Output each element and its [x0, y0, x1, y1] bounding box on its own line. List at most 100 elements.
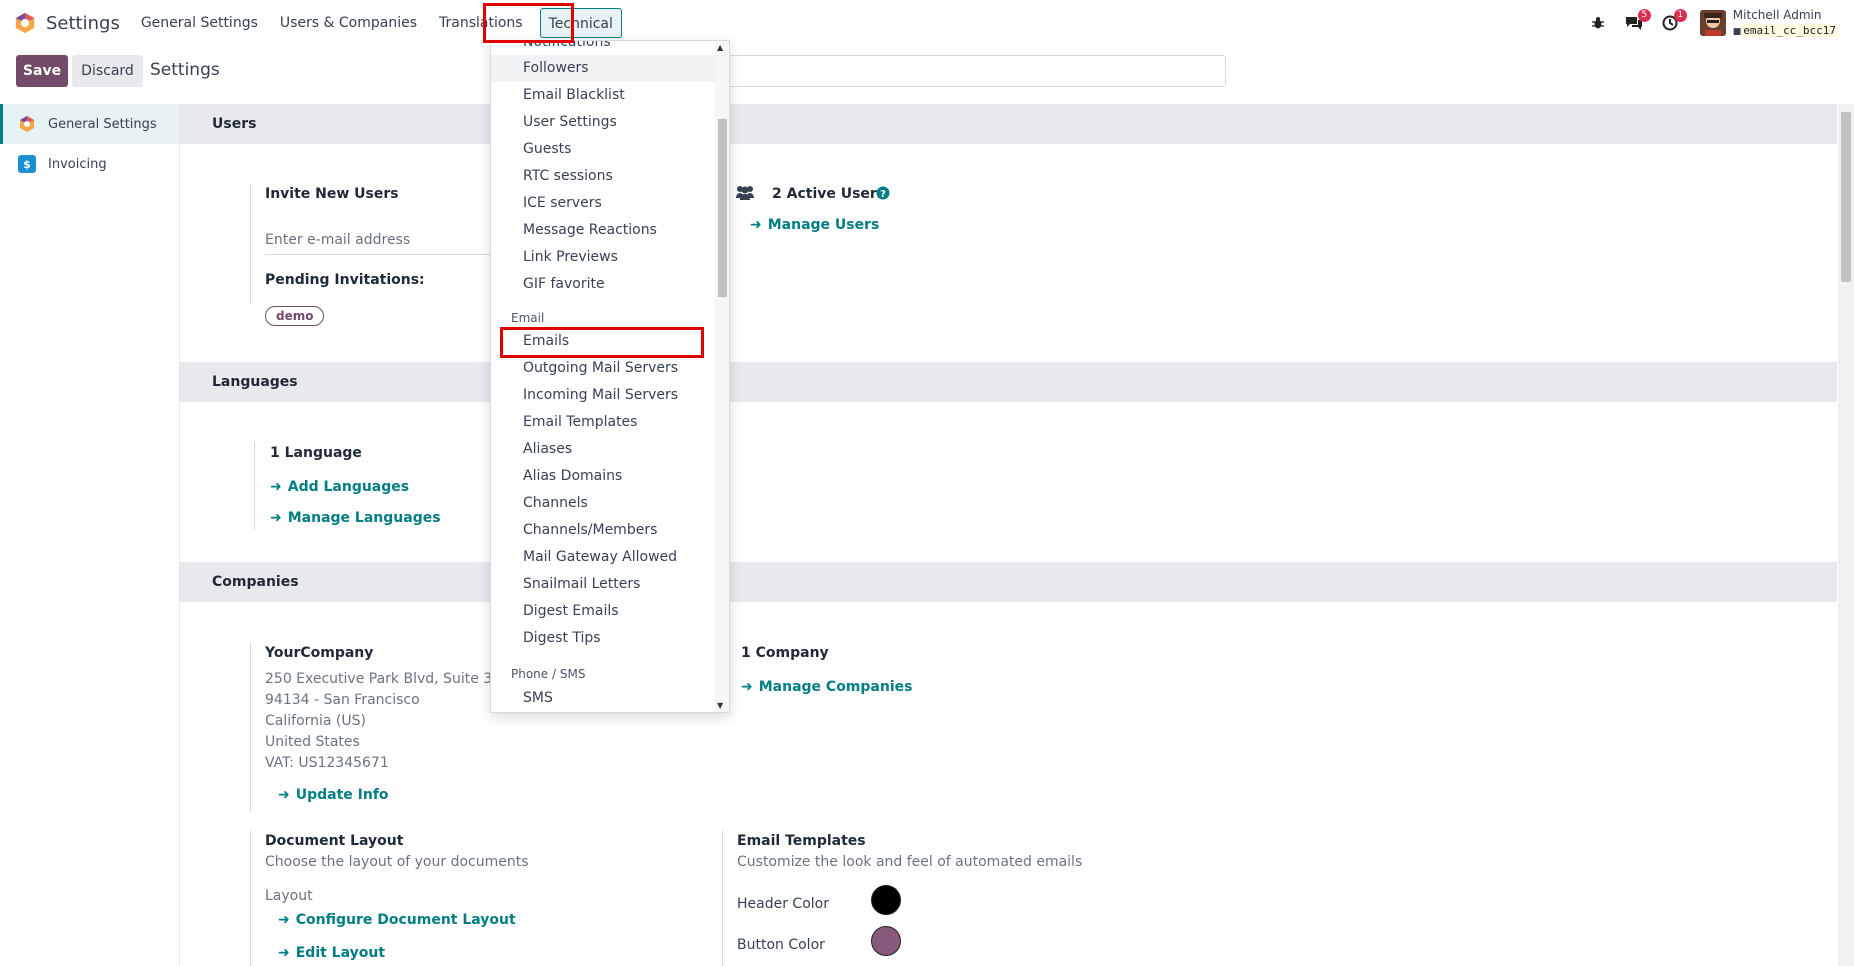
dropdown-item-sms[interactable]: SMS [491, 685, 715, 712]
arrow-right-icon: ➜ [750, 217, 762, 233]
dropdown-item-ice-servers[interactable]: ICE servers [491, 190, 715, 217]
technical-dropdown-menu: Notifications Followers Email Blacklist … [490, 40, 730, 713]
scroll-down-arrow-icon[interactable]: ▼ [717, 701, 723, 710]
dropdown-item-channels-members[interactable]: Channels/Members [491, 517, 715, 544]
active-users-count: 2 Active Users [772, 186, 886, 202]
update-info-link[interactable]: ➜ Update Info [278, 787, 389, 803]
general-settings-icon [20, 116, 34, 132]
language-count: 1 Language [270, 445, 362, 461]
dropdown-item-digest-emails[interactable]: Digest Emails [491, 598, 715, 625]
dropdown-item-alias-domains[interactable]: Alias Domains [491, 463, 715, 490]
user-avatar[interactable] [1699, 10, 1726, 36]
page-title: Settings [150, 60, 220, 80]
menu-translations[interactable]: Translations [428, 8, 534, 38]
odoo-logo-icon [15, 12, 35, 34]
dropdown-item-aliases[interactable]: Aliases [491, 436, 715, 463]
header-color-label: Header Color [737, 896, 829, 912]
setting-divider [722, 830, 723, 966]
company-address-line: 250 Executive Park Blvd, Suite 3400 [265, 671, 519, 687]
menu-general-settings[interactable]: General Settings [130, 8, 269, 38]
dropdown-item-mail-gateway-allowed[interactable]: Mail Gateway Allowed [491, 544, 715, 571]
manage-users-link[interactable]: ➜ Manage Users [750, 217, 879, 233]
edit-layout-label: Edit Layout [295, 945, 386, 961]
manage-users-label: Manage Users [767, 217, 880, 233]
companies-section-heading: Companies [180, 562, 1837, 602]
chat-icon[interactable]: 5 [1616, 8, 1652, 38]
dropdown-item-incoming-mail-servers[interactable]: Incoming Mail Servers [491, 382, 715, 409]
app-name: Settings [46, 12, 120, 34]
chat-badge: 5 [1637, 9, 1651, 22]
sidebar-item-general-settings[interactable]: General Settings [0, 104, 179, 144]
dropdown-item-snailmail-letters[interactable]: Snailmail Letters [491, 571, 715, 598]
dropdown-item-message-reactions[interactable]: Message Reactions [491, 217, 715, 244]
configure-document-layout-link[interactable]: ➜ Configure Document Layout [278, 912, 516, 928]
manage-companies-link[interactable]: ➜ Manage Companies [741, 679, 912, 695]
user-menu[interactable]: Mitchell Admin ■ email_cc_bcc17 [1733, 8, 1838, 39]
app-brand[interactable]: Settings [14, 12, 130, 34]
menu-technical[interactable]: Technical [539, 8, 622, 38]
company-count: 1 Company [741, 645, 829, 661]
search-input[interactable] [726, 55, 1226, 87]
settings-main: Users Invite New Users Enter e-mail addr… [180, 104, 1837, 966]
main-scrollbar-thumb[interactable] [1841, 112, 1851, 282]
arrow-right-icon: ➜ [741, 679, 753, 695]
company-vat: VAT: US12345671 [265, 755, 389, 771]
dropdown-scrollbar-thumb[interactable] [718, 119, 727, 297]
layout-label: Layout [265, 888, 313, 904]
control-panel: Save Discard Settings [0, 46, 1854, 104]
dropdown-item-email-blacklist[interactable]: Email Blacklist [491, 82, 715, 109]
dropdown-item-digest-tips[interactable]: Digest Tips [491, 625, 715, 652]
manage-companies-label: Manage Companies [758, 679, 913, 695]
add-languages-link[interactable]: ➜ Add Languages [270, 479, 409, 495]
dropdown-item-channels[interactable]: Channels [491, 490, 715, 517]
company-address-line: California (US) [265, 713, 366, 729]
dropdown-item-followers[interactable]: Followers [491, 55, 715, 82]
dropdown-item-link-previews[interactable]: Link Previews [491, 244, 715, 271]
dropdown-item-gif-favorite[interactable]: GIF favorite [491, 271, 715, 298]
main-scrollbar[interactable] [1838, 104, 1854, 966]
setting-divider [250, 642, 251, 812]
users-group-icon [735, 184, 755, 206]
dropdown-item-guests[interactable]: Guests [491, 136, 715, 163]
db-label: ■ email_cc_bcc17 [1732, 23, 1838, 37]
setting-divider [254, 442, 255, 530]
dropdown-item-emails[interactable]: Emails [491, 328, 715, 355]
discard-button[interactable]: Discard [72, 55, 143, 87]
edit-layout-link[interactable]: ➜ Edit Layout [278, 945, 385, 961]
languages-section-heading: Languages [180, 362, 1837, 402]
activity-clock-icon[interactable]: 1 [1652, 8, 1688, 38]
email-templates-title: Email Templates [737, 833, 866, 849]
debug-bug-icon[interactable] [1580, 8, 1616, 38]
configure-layout-label: Configure Document Layout [295, 912, 516, 928]
dropdown-section-phone-sms: Phone / SMS [511, 667, 586, 681]
systray: 5 1 Mitchell Admin ■ email_cc_bcc17 [1580, 0, 1854, 46]
dropdown-section-email: Email [511, 311, 545, 325]
dropdown-item-outgoing-mail-servers[interactable]: Outgoing Mail Servers [491, 355, 715, 382]
sidebar-item-invoicing[interactable]: $ Invoicing [0, 144, 179, 184]
manage-languages-label: Manage Languages [287, 510, 441, 526]
dropdown-item-notifications[interactable]: Notifications [491, 41, 715, 56]
pending-invite-tag[interactable]: demo [265, 306, 325, 326]
dropdown-item-rtc-sessions[interactable]: RTC sessions [491, 163, 715, 190]
scroll-up-arrow-icon[interactable]: ▲ [717, 43, 723, 52]
dropdown-scrollbar[interactable]: ▲ ▼ [715, 41, 729, 712]
button-color-picker[interactable] [871, 926, 901, 956]
help-question-icon[interactable]: ? [876, 186, 890, 204]
menu-users-companies[interactable]: Users & Companies [269, 8, 428, 38]
email-input[interactable]: Enter e-mail address [265, 232, 410, 248]
dropdown-item-user-settings[interactable]: User Settings [491, 109, 715, 136]
users-section-heading: Users [180, 104, 1837, 144]
arrow-right-icon: ➜ [278, 912, 290, 928]
manage-languages-link[interactable]: ➜ Manage Languages [270, 510, 441, 526]
top-navbar: Settings General Settings Users & Compan… [0, 0, 1854, 46]
db-name: email_cc_bcc17 [1741, 23, 1838, 37]
document-layout-title: Document Layout [265, 833, 404, 849]
arrow-right-icon: ➜ [278, 945, 290, 961]
dropdown-item-email-templates[interactable]: Email Templates [491, 409, 715, 436]
setting-divider [250, 830, 251, 966]
email-templates-desc: Customize the look and feel of automated… [737, 854, 1083, 870]
activity-badge: 1 [1673, 9, 1687, 22]
document-layout-desc: Choose the layout of your documents [265, 854, 529, 870]
header-color-picker[interactable] [871, 885, 901, 915]
save-button[interactable]: Save [16, 55, 68, 87]
